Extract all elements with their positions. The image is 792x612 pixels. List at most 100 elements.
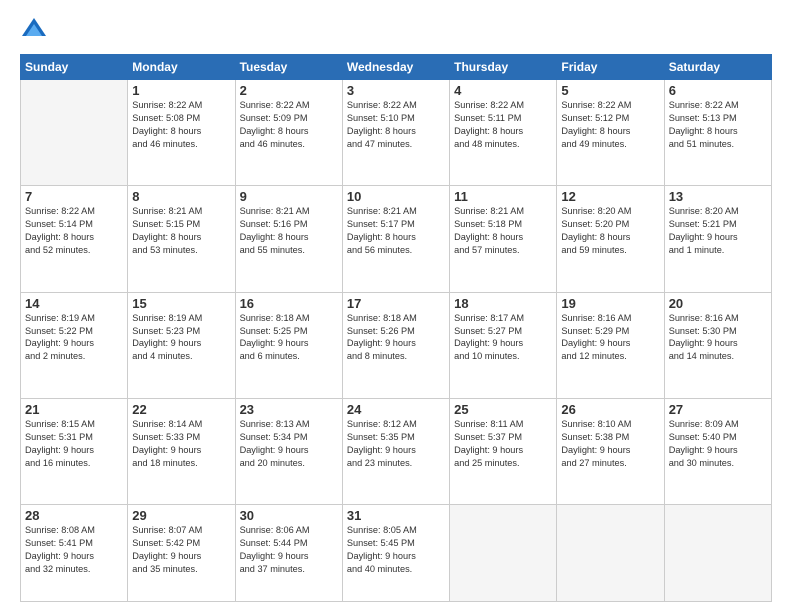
calendar-cell: 26Sunrise: 8:10 AM Sunset: 5:38 PM Dayli… <box>557 398 664 504</box>
calendar-cell: 4Sunrise: 8:22 AM Sunset: 5:11 PM Daylig… <box>450 80 557 186</box>
day-number: 1 <box>132 83 230 98</box>
day-info: Sunrise: 8:10 AM Sunset: 5:38 PM Dayligh… <box>561 418 659 470</box>
day-info: Sunrise: 8:22 AM Sunset: 5:14 PM Dayligh… <box>25 205 123 257</box>
day-number: 15 <box>132 296 230 311</box>
calendar-cell: 21Sunrise: 8:15 AM Sunset: 5:31 PM Dayli… <box>21 398 128 504</box>
calendar-cell: 28Sunrise: 8:08 AM Sunset: 5:41 PM Dayli… <box>21 505 128 602</box>
day-info: Sunrise: 8:18 AM Sunset: 5:26 PM Dayligh… <box>347 312 445 364</box>
day-info: Sunrise: 8:21 AM Sunset: 5:18 PM Dayligh… <box>454 205 552 257</box>
day-info: Sunrise: 8:22 AM Sunset: 5:11 PM Dayligh… <box>454 99 552 151</box>
calendar-cell <box>450 505 557 602</box>
day-number: 23 <box>240 402 338 417</box>
day-number: 24 <box>347 402 445 417</box>
day-info: Sunrise: 8:16 AM Sunset: 5:29 PM Dayligh… <box>561 312 659 364</box>
weekday-header-sunday: Sunday <box>21 55 128 80</box>
weekday-header-row: SundayMondayTuesdayWednesdayThursdayFrid… <box>21 55 772 80</box>
day-info: Sunrise: 8:13 AM Sunset: 5:34 PM Dayligh… <box>240 418 338 470</box>
day-info: Sunrise: 8:20 AM Sunset: 5:20 PM Dayligh… <box>561 205 659 257</box>
day-number: 25 <box>454 402 552 417</box>
calendar-cell <box>664 505 771 602</box>
logo-icon <box>20 16 48 44</box>
week-row-1: 1Sunrise: 8:22 AM Sunset: 5:08 PM Daylig… <box>21 80 772 186</box>
day-number: 29 <box>132 508 230 523</box>
day-number: 9 <box>240 189 338 204</box>
calendar-cell: 25Sunrise: 8:11 AM Sunset: 5:37 PM Dayli… <box>450 398 557 504</box>
day-number: 16 <box>240 296 338 311</box>
calendar-cell: 18Sunrise: 8:17 AM Sunset: 5:27 PM Dayli… <box>450 292 557 398</box>
header <box>20 16 772 44</box>
day-number: 10 <box>347 189 445 204</box>
day-info: Sunrise: 8:06 AM Sunset: 5:44 PM Dayligh… <box>240 524 338 576</box>
calendar-cell: 23Sunrise: 8:13 AM Sunset: 5:34 PM Dayli… <box>235 398 342 504</box>
calendar-cell: 31Sunrise: 8:05 AM Sunset: 5:45 PM Dayli… <box>342 505 449 602</box>
calendar-cell: 6Sunrise: 8:22 AM Sunset: 5:13 PM Daylig… <box>664 80 771 186</box>
day-info: Sunrise: 8:18 AM Sunset: 5:25 PM Dayligh… <box>240 312 338 364</box>
day-info: Sunrise: 8:09 AM Sunset: 5:40 PM Dayligh… <box>669 418 767 470</box>
day-number: 3 <box>347 83 445 98</box>
calendar-cell: 9Sunrise: 8:21 AM Sunset: 5:16 PM Daylig… <box>235 186 342 292</box>
calendar-cell: 20Sunrise: 8:16 AM Sunset: 5:30 PM Dayli… <box>664 292 771 398</box>
week-row-5: 28Sunrise: 8:08 AM Sunset: 5:41 PM Dayli… <box>21 505 772 602</box>
calendar-cell: 1Sunrise: 8:22 AM Sunset: 5:08 PM Daylig… <box>128 80 235 186</box>
calendar-cell: 27Sunrise: 8:09 AM Sunset: 5:40 PM Dayli… <box>664 398 771 504</box>
calendar-table: SundayMondayTuesdayWednesdayThursdayFrid… <box>20 54 772 602</box>
weekday-header-monday: Monday <box>128 55 235 80</box>
calendar-cell: 14Sunrise: 8:19 AM Sunset: 5:22 PM Dayli… <box>21 292 128 398</box>
weekday-header-saturday: Saturday <box>664 55 771 80</box>
calendar-cell: 29Sunrise: 8:07 AM Sunset: 5:42 PM Dayli… <box>128 505 235 602</box>
day-info: Sunrise: 8:22 AM Sunset: 5:09 PM Dayligh… <box>240 99 338 151</box>
week-row-4: 21Sunrise: 8:15 AM Sunset: 5:31 PM Dayli… <box>21 398 772 504</box>
calendar-cell: 7Sunrise: 8:22 AM Sunset: 5:14 PM Daylig… <box>21 186 128 292</box>
day-number: 28 <box>25 508 123 523</box>
day-info: Sunrise: 8:22 AM Sunset: 5:08 PM Dayligh… <box>132 99 230 151</box>
weekday-header-wednesday: Wednesday <box>342 55 449 80</box>
day-info: Sunrise: 8:19 AM Sunset: 5:22 PM Dayligh… <box>25 312 123 364</box>
calendar-page: SundayMondayTuesdayWednesdayThursdayFrid… <box>0 0 792 612</box>
weekday-header-thursday: Thursday <box>450 55 557 80</box>
calendar-cell: 19Sunrise: 8:16 AM Sunset: 5:29 PM Dayli… <box>557 292 664 398</box>
calendar-cell: 8Sunrise: 8:21 AM Sunset: 5:15 PM Daylig… <box>128 186 235 292</box>
day-info: Sunrise: 8:17 AM Sunset: 5:27 PM Dayligh… <box>454 312 552 364</box>
day-number: 4 <box>454 83 552 98</box>
weekday-header-tuesday: Tuesday <box>235 55 342 80</box>
day-info: Sunrise: 8:12 AM Sunset: 5:35 PM Dayligh… <box>347 418 445 470</box>
day-info: Sunrise: 8:21 AM Sunset: 5:15 PM Dayligh… <box>132 205 230 257</box>
calendar-cell: 17Sunrise: 8:18 AM Sunset: 5:26 PM Dayli… <box>342 292 449 398</box>
day-number: 30 <box>240 508 338 523</box>
calendar-cell: 24Sunrise: 8:12 AM Sunset: 5:35 PM Dayli… <box>342 398 449 504</box>
day-number: 17 <box>347 296 445 311</box>
day-number: 27 <box>669 402 767 417</box>
day-number: 18 <box>454 296 552 311</box>
day-info: Sunrise: 8:22 AM Sunset: 5:12 PM Dayligh… <box>561 99 659 151</box>
day-number: 21 <box>25 402 123 417</box>
calendar-cell: 12Sunrise: 8:20 AM Sunset: 5:20 PM Dayli… <box>557 186 664 292</box>
day-number: 26 <box>561 402 659 417</box>
week-row-2: 7Sunrise: 8:22 AM Sunset: 5:14 PM Daylig… <box>21 186 772 292</box>
logo <box>20 16 54 44</box>
day-info: Sunrise: 8:21 AM Sunset: 5:16 PM Dayligh… <box>240 205 338 257</box>
day-info: Sunrise: 8:11 AM Sunset: 5:37 PM Dayligh… <box>454 418 552 470</box>
day-info: Sunrise: 8:21 AM Sunset: 5:17 PM Dayligh… <box>347 205 445 257</box>
day-info: Sunrise: 8:05 AM Sunset: 5:45 PM Dayligh… <box>347 524 445 576</box>
calendar-cell <box>21 80 128 186</box>
day-info: Sunrise: 8:20 AM Sunset: 5:21 PM Dayligh… <box>669 205 767 257</box>
calendar-cell: 10Sunrise: 8:21 AM Sunset: 5:17 PM Dayli… <box>342 186 449 292</box>
calendar-cell: 15Sunrise: 8:19 AM Sunset: 5:23 PM Dayli… <box>128 292 235 398</box>
day-number: 19 <box>561 296 659 311</box>
calendar-cell: 2Sunrise: 8:22 AM Sunset: 5:09 PM Daylig… <box>235 80 342 186</box>
day-number: 20 <box>669 296 767 311</box>
day-number: 8 <box>132 189 230 204</box>
day-info: Sunrise: 8:16 AM Sunset: 5:30 PM Dayligh… <box>669 312 767 364</box>
weekday-header-friday: Friday <box>557 55 664 80</box>
calendar-cell <box>557 505 664 602</box>
day-number: 13 <box>669 189 767 204</box>
day-number: 12 <box>561 189 659 204</box>
day-number: 2 <box>240 83 338 98</box>
calendar-cell: 16Sunrise: 8:18 AM Sunset: 5:25 PM Dayli… <box>235 292 342 398</box>
calendar-cell: 22Sunrise: 8:14 AM Sunset: 5:33 PM Dayli… <box>128 398 235 504</box>
day-number: 31 <box>347 508 445 523</box>
calendar-cell: 30Sunrise: 8:06 AM Sunset: 5:44 PM Dayli… <box>235 505 342 602</box>
day-info: Sunrise: 8:22 AM Sunset: 5:10 PM Dayligh… <box>347 99 445 151</box>
day-info: Sunrise: 8:14 AM Sunset: 5:33 PM Dayligh… <box>132 418 230 470</box>
day-number: 11 <box>454 189 552 204</box>
